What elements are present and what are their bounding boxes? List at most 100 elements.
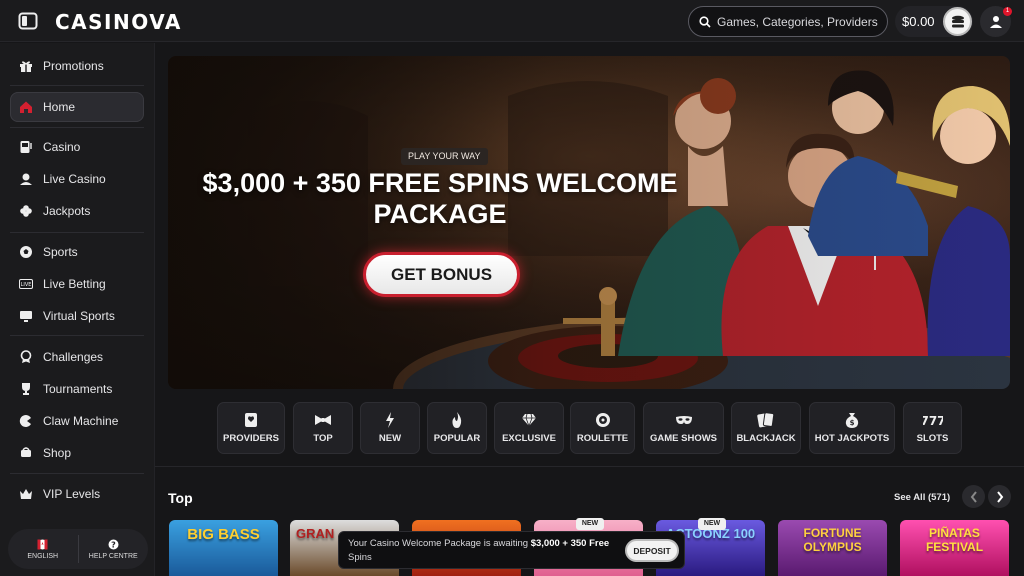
category-new[interactable]: NEW bbox=[360, 402, 420, 454]
bowtie-icon bbox=[314, 412, 332, 428]
sidebar-item-virtual-sports[interactable]: Virtual Sports bbox=[10, 301, 144, 331]
sidebar-item-label: Virtual Sports bbox=[43, 309, 115, 323]
search-input[interactable] bbox=[717, 14, 882, 29]
game-tile[interactable]: FORTUNE OLYMPUS bbox=[778, 520, 887, 576]
game-title: PIÑATAS FESTIVAL bbox=[925, 526, 984, 554]
category-label: ROULETTE bbox=[576, 433, 629, 444]
divider bbox=[10, 232, 144, 233]
sidebar-item-jackpots[interactable]: Jackpots bbox=[10, 196, 144, 226]
sidebar-item-casino[interactable]: Casino bbox=[10, 132, 144, 162]
sidebar-item-promotions[interactable]: Promotions bbox=[10, 51, 144, 81]
sidebar-item-label: Challenges bbox=[43, 350, 104, 364]
hero-title-line2: PACKAGE bbox=[373, 199, 507, 229]
divider bbox=[155, 466, 1024, 467]
slot-machine-icon bbox=[18, 139, 34, 155]
new-badge: NEW bbox=[698, 518, 726, 530]
sidebar-item-live-betting[interactable]: LIVE Live Betting bbox=[10, 269, 144, 299]
search-box[interactable] bbox=[688, 6, 888, 37]
svg-text:$: $ bbox=[850, 419, 855, 427]
search-icon bbox=[699, 15, 711, 28]
roulette-icon bbox=[595, 412, 611, 428]
help-label: HELP CENTRE bbox=[88, 552, 138, 560]
sidebar-item-vip-levels[interactable]: VIP Levels bbox=[10, 479, 144, 509]
777-icon: 777 bbox=[923, 412, 943, 428]
clover-icon bbox=[18, 203, 34, 219]
sidebar-item-label: Home bbox=[43, 100, 76, 114]
toast-message: Your Casino Welcome Package is awaiting … bbox=[348, 537, 618, 565]
game-tile[interactable]: PIÑATAS FESTIVAL bbox=[900, 520, 1009, 576]
category-game-shows[interactable]: GAME SHOWS bbox=[643, 402, 724, 454]
flag-icon bbox=[37, 539, 48, 549]
wallet[interactable]: $0.00 bbox=[895, 6, 973, 37]
toast-text-line2: Spins bbox=[348, 552, 372, 563]
cards-icon bbox=[757, 412, 775, 428]
category-blackjack[interactable]: BLACKJACK bbox=[731, 402, 801, 454]
hero-title: $3,000 + 350 FREE SPINS WELCOME PACKAGE bbox=[190, 168, 690, 230]
user-icon bbox=[989, 15, 1002, 28]
get-bonus-button[interactable]: GET BONUS bbox=[363, 252, 520, 297]
category-providers[interactable]: PROVIDERS bbox=[217, 402, 285, 454]
category-popular[interactable]: POPULAR bbox=[427, 402, 487, 454]
help-centre-button[interactable]: ? HELP CENTRE bbox=[79, 529, 149, 569]
money-bag-icon: $ bbox=[844, 412, 860, 428]
sidebar-item-label: Shop bbox=[43, 446, 72, 460]
sidebar-item-label: Live Casino bbox=[43, 172, 106, 186]
live-icon: LIVE bbox=[18, 276, 34, 292]
sidebar-item-label: Promotions bbox=[43, 59, 104, 73]
scroll-left-button[interactable] bbox=[962, 485, 985, 508]
category-label: EXCLUSIVE bbox=[502, 433, 556, 444]
monitor-icon bbox=[18, 308, 34, 324]
category-label: BLACKJACK bbox=[736, 433, 796, 444]
category-label: SLOTS bbox=[916, 433, 949, 444]
category-label: GAME SHOWS bbox=[649, 433, 718, 444]
cart-icon bbox=[18, 445, 34, 461]
sidebar-footer: ENGLISH ? HELP CENTRE bbox=[8, 529, 148, 569]
coins-icon[interactable] bbox=[943, 7, 972, 36]
gift-icon bbox=[18, 58, 34, 74]
game-title: BIG BASS bbox=[187, 526, 260, 543]
section-title: Top bbox=[168, 490, 193, 506]
sidebar-item-challenges[interactable]: Challenges bbox=[10, 342, 144, 372]
diamond-icon bbox=[521, 412, 537, 428]
sidebar-toggle-icon[interactable] bbox=[18, 12, 38, 30]
sidebar-item-home[interactable]: Home bbox=[10, 92, 144, 122]
hero-banner[interactable]: PLAY YOUR WAY $3,000 + 350 FREE SPINS WE… bbox=[168, 56, 1010, 389]
sidebar: Promotions Home Casino Live Casino Jackp… bbox=[0, 43, 155, 576]
new-badge: NEW bbox=[576, 518, 604, 530]
sidebar-item-label: Jackpots bbox=[43, 204, 91, 218]
sidebar-item-label: Live Betting bbox=[43, 277, 106, 291]
crown-icon bbox=[18, 486, 34, 502]
deposit-button[interactable]: DEPOSIT bbox=[625, 539, 679, 562]
hero-badge: PLAY YOUR WAY bbox=[401, 148, 488, 165]
sidebar-item-live-casino[interactable]: Live Casino bbox=[10, 164, 144, 194]
scroll-right-button[interactable] bbox=[988, 485, 1011, 508]
game-tile[interactable]: BIG BASS bbox=[169, 520, 278, 576]
toast-text-bold: $3,000 + 350 Free bbox=[530, 538, 610, 549]
logo[interactable]: CASINOVA bbox=[55, 10, 182, 34]
balance: $0.00 bbox=[902, 14, 935, 29]
category-label: HOT JACKPOTS bbox=[814, 433, 890, 444]
language-button[interactable]: ENGLISH bbox=[8, 529, 78, 569]
sidebar-item-claw-machine[interactable]: Claw Machine bbox=[10, 406, 144, 436]
user-button[interactable]: 1 bbox=[980, 6, 1012, 37]
category-label: TOP bbox=[313, 433, 333, 444]
lightning-icon bbox=[385, 412, 395, 428]
svg-text:777: 777 bbox=[923, 414, 943, 426]
notification-badge: 1 bbox=[1003, 7, 1012, 16]
mask-icon bbox=[675, 412, 693, 428]
card-icon bbox=[244, 412, 258, 428]
svg-text:LIVE: LIVE bbox=[21, 282, 32, 288]
category-hot-jackpots[interactable]: $ HOT JACKPOTS bbox=[809, 402, 895, 454]
see-all-link[interactable]: See All (571) bbox=[894, 492, 950, 503]
category-slots[interactable]: 777 SLOTS bbox=[903, 402, 962, 454]
category-label: POPULAR bbox=[433, 433, 481, 444]
sidebar-item-tournaments[interactable]: Tournaments bbox=[10, 374, 144, 404]
sidebar-item-sports[interactable]: Sports bbox=[10, 237, 144, 267]
sidebar-item-shop[interactable]: Shop bbox=[10, 438, 144, 468]
game-title: FORTUNE OLYMPUS bbox=[803, 526, 862, 554]
category-exclusive[interactable]: EXCLUSIVE bbox=[494, 402, 564, 454]
sidebar-item-label: Tournaments bbox=[43, 382, 113, 396]
category-roulette[interactable]: ROULETTE bbox=[570, 402, 635, 454]
category-top[interactable]: TOP bbox=[293, 402, 353, 454]
claw-icon bbox=[18, 413, 34, 429]
